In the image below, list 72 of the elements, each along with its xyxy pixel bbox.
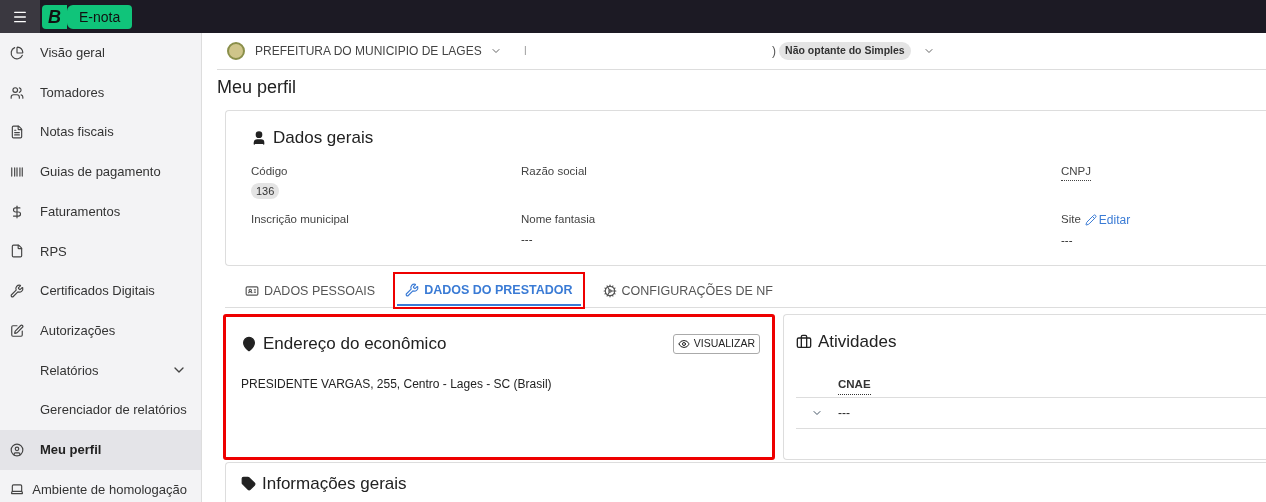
field-label: Código (251, 163, 288, 179)
sidebar-label: Notas fiscais (40, 123, 115, 142)
sidebar-item[interactable]: Faturamentos (0, 191, 201, 232)
logo-mark: B (42, 4, 67, 29)
laptop-icon (10, 482, 24, 497)
field-value: --- (521, 231, 533, 247)
table-cell-text: --- (838, 404, 850, 422)
header-text: ) (772, 43, 777, 60)
menu-button[interactable] (0, 0, 40, 33)
wrench-icon (10, 283, 24, 298)
sidebar-label: Guias de pagamento (40, 163, 162, 182)
sidebar-item[interactable]: Visão geral (0, 33, 201, 73)
file-icon (10, 244, 24, 259)
sidebar-label: RPS (40, 242, 68, 261)
eye-icon (677, 337, 690, 350)
page-title: Meu perfil (217, 76, 297, 99)
column-header: CNAE (838, 376, 871, 395)
user-circle-icon (10, 442, 24, 457)
user-icon (251, 129, 267, 146)
tab[interactable]: DADOS DO PRESTADOR (397, 276, 581, 306)
view-button[interactable]: VISUALIZAR (672, 333, 760, 354)
field-label: Inscrição municipal (251, 211, 349, 227)
edit-icon (10, 323, 24, 338)
card-title: Informações gerais (262, 473, 407, 495)
users-icon (10, 85, 24, 100)
briefcase-icon (796, 333, 812, 350)
sidebar-label: Relatórios (40, 361, 100, 380)
map-pin-icon (241, 335, 257, 352)
header-text: I (523, 43, 528, 60)
sidebar-label: Tomadores (40, 83, 106, 102)
sidebar-label: Visão geral (40, 44, 106, 63)
card-title: Atividades (818, 331, 897, 353)
card-title: Endereço do econômico (263, 333, 447, 355)
sidebar-label: Autorizações (40, 321, 117, 340)
wrench-icon (405, 283, 420, 297)
address-text: PRESIDENTE VARGAS, 255, Centro - Lages - SC (Brasil) (241, 375, 552, 393)
sidebar-item[interactable]: Guias de pagamento (0, 152, 201, 192)
card-title: Dados gerais (273, 127, 374, 149)
field-label: Nome fantasia (521, 211, 596, 227)
sidebar-label: Gerenciador de relatórios (40, 401, 187, 420)
sidebar-label: Certificados Digitais (40, 282, 156, 301)
sidebar-item[interactable]: Relatórios (0, 350, 201, 391)
field-label: Razão social (521, 163, 587, 179)
tag-icon (241, 476, 256, 492)
pie-chart-icon (10, 45, 24, 60)
id-card-icon (245, 284, 259, 298)
tab[interactable]: DADOS PESSOAIS (237, 276, 384, 306)
gear-icon (602, 284, 617, 298)
regime-badge: Não optante do Simples (779, 42, 911, 60)
field-label: Site (1061, 211, 1081, 227)
sidebar-label: Meu perfil (40, 440, 103, 459)
barcode-icon (10, 164, 24, 179)
edit-link[interactable]: Editar (1084, 210, 1131, 229)
municipality-selector[interactable]: PREFEITURA DO MUNICIPIO DE LAGES (255, 42, 482, 60)
tab[interactable]: CONFIGURAÇÕES DE NF (594, 276, 781, 306)
sidebar-item[interactable]: Ambiente de homologação (0, 469, 201, 502)
sidebar-item[interactable]: Autorizações (0, 310, 201, 351)
document-icon (10, 125, 24, 140)
sidebar-item[interactable]: Meu perfil (0, 429, 201, 470)
pencil-icon (1084, 213, 1097, 226)
sidebar-item[interactable]: Certificados Digitais (0, 271, 201, 311)
field-label: CNPJ (1061, 162, 1092, 181)
sidebar-label: Faturamentos (40, 202, 122, 221)
sidebar-item[interactable]: RPS (0, 231, 201, 272)
sidebar-item[interactable]: Gerenciador de relatórios (0, 390, 201, 430)
code-badge: 136 (251, 182, 280, 200)
sidebar-label: Ambiente de homologação (32, 480, 187, 499)
field-value: --- (1061, 232, 1073, 248)
sidebar-item[interactable]: Notas fiscais (0, 112, 201, 153)
sidebar-item[interactable]: Tomadores (0, 72, 201, 113)
dollar-icon (10, 204, 24, 219)
app-name: E-nota (67, 4, 133, 29)
